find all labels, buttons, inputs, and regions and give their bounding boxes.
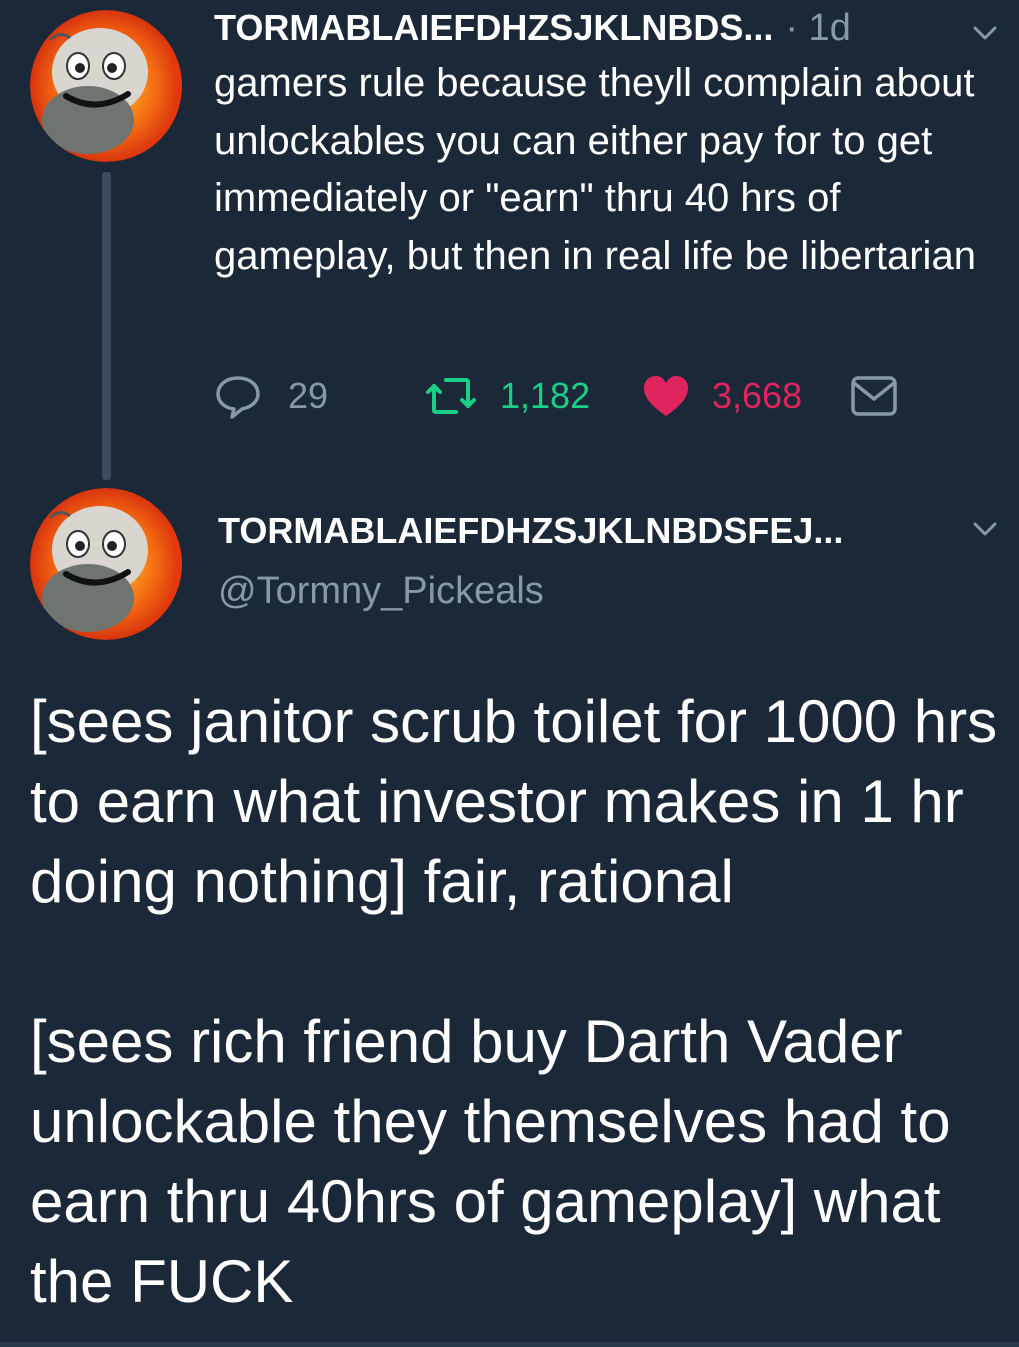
like-count: 3,668	[712, 375, 803, 416]
retweet-count: 1,182	[500, 375, 591, 416]
tweet-header: TORMABLAIEFDHZSJKLNBDS... · 1d	[214, 2, 1004, 54]
retweet-button[interactable]: 1,182	[424, 366, 590, 426]
tweet-text: gamers rule because theyll complain abou…	[214, 61, 976, 278]
user-handle[interactable]: @Tormny_Pickeals	[218, 570, 544, 613]
message-icon	[850, 375, 898, 417]
tweet-paragraph: [sees rich friend buy Darth Vader unlock…	[30, 1008, 951, 1315]
message-button[interactable]	[850, 366, 898, 426]
tweet-timestamp[interactable]: · 1d	[785, 7, 850, 50]
divider	[0, 1342, 1019, 1347]
chevron-down-icon[interactable]	[970, 514, 1000, 544]
avatar[interactable]	[30, 10, 182, 162]
tweet-paragraph: [sees janitor scrub toilet for 1000 hrs …	[30, 688, 998, 915]
like-button[interactable]: 3,668	[642, 366, 802, 426]
display-name[interactable]: TORMABLAIEFDHZSJKLNBDS...	[214, 7, 773, 49]
tweet-text: [sees janitor scrub toilet for 1000 hrs …	[30, 682, 1010, 1322]
tweet-actions: 29 1,182 3,668	[214, 366, 914, 426]
chevron-down-icon[interactable]	[970, 18, 1000, 48]
display-name[interactable]: TORMABLAIEFDHZSJKLNBDSFEJ...	[218, 510, 843, 552]
retweet-icon	[424, 372, 478, 420]
thread-line	[102, 172, 111, 480]
heart-icon	[642, 374, 690, 418]
reply-count: 29	[288, 375, 329, 416]
reply-button[interactable]: 29	[214, 366, 328, 426]
reply-icon	[214, 372, 262, 420]
avatar[interactable]	[30, 488, 182, 640]
